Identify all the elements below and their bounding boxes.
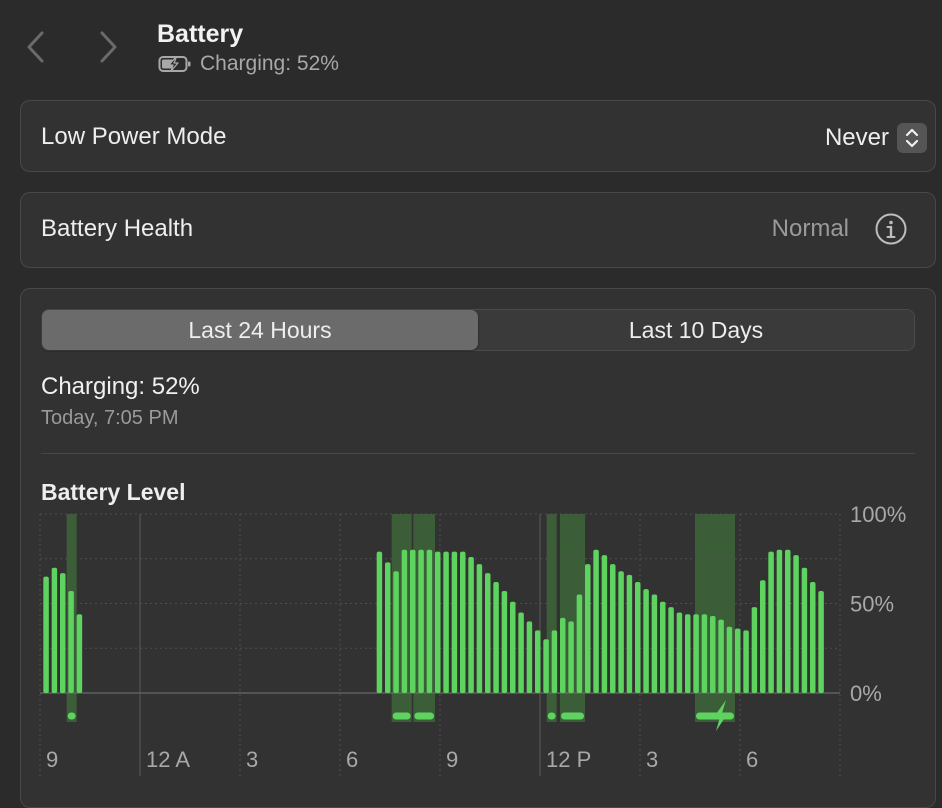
battery-bar [535,630,541,693]
battery-bar [801,567,808,693]
battery-bar [793,555,799,693]
battery-bar [635,582,641,693]
battery-bar [676,612,683,693]
charging-indicator [67,712,76,720]
battery-bar [776,549,783,693]
battery-bar [568,621,574,693]
x-tick-label: 6 [346,747,358,772]
battery-bar [60,573,66,693]
battery-bar [418,549,424,693]
battery-bar [435,551,441,693]
battery-bar [443,551,449,693]
battery-usage-card: Last 24 Hours Last 10 Days Charging: 52%… [20,288,936,808]
battery-bar [610,564,616,693]
battery-bar [718,619,724,693]
battery-bar [710,616,716,693]
battery-bar [385,562,391,693]
battery-bar [451,551,458,693]
battery-bar [668,607,674,693]
battery-bar [468,556,474,693]
x-tick-label: 6 [746,747,758,772]
y-tick-label: 100% [850,502,906,527]
battery-bar [560,617,566,693]
battery-bar [643,589,649,693]
battery-bar [768,551,774,693]
battery-bar [518,612,524,693]
battery-bar [401,549,408,693]
y-tick-label: 0% [850,681,882,706]
battery-bar [818,590,824,693]
battery-bar [785,549,791,693]
battery-bar [626,574,633,693]
battery-bar [593,549,599,693]
battery-bar [51,567,58,693]
battery-bar [410,549,416,693]
battery-bar [660,601,666,693]
x-tick-label: 3 [646,747,658,772]
battery-bar [743,630,749,693]
battery-bar [693,614,699,693]
battery-bar [810,582,816,693]
battery-bar [735,628,741,693]
battery-bar [543,639,549,693]
battery-bar [43,576,49,693]
x-tick-label: 12 A [146,747,190,772]
x-tick-label: 9 [46,747,58,772]
battery-bar [726,626,733,693]
charging-indicator [547,712,556,720]
battery-bar [601,555,608,693]
battery-bar [751,607,758,693]
x-tick-label: 9 [446,747,458,772]
battery-bar [526,621,533,693]
battery-level-chart: 100% 50% 0% 9 12 A 3 6 9 12 P 3 6 [39,502,906,776]
battery-bar [393,571,399,693]
y-tick-label: 50% [850,592,894,617]
charging-indicator [414,712,434,720]
x-tick-label: 12 P [546,747,591,772]
battery-bar [585,564,591,693]
battery-bar [68,590,74,693]
x-tick-label: 3 [246,747,258,772]
charging-indicator [392,712,411,720]
battery-bar [376,551,383,693]
battery-bar [501,590,508,693]
charging-indicator [561,712,584,720]
battery-bar [76,614,83,693]
battery-bar [510,601,516,693]
battery-bar [760,580,766,693]
battery-bar [476,564,483,693]
battery-bar [618,571,624,693]
battery-bar [651,594,658,693]
charging-bands [66,514,735,722]
battery-bar [485,573,491,693]
battery-bar [426,549,433,693]
battery-bar [493,582,499,693]
battery-bar [460,551,466,693]
battery-bar [576,594,583,693]
battery-bar [685,614,691,693]
battery-bar [551,630,558,693]
battery-bar [701,614,708,693]
